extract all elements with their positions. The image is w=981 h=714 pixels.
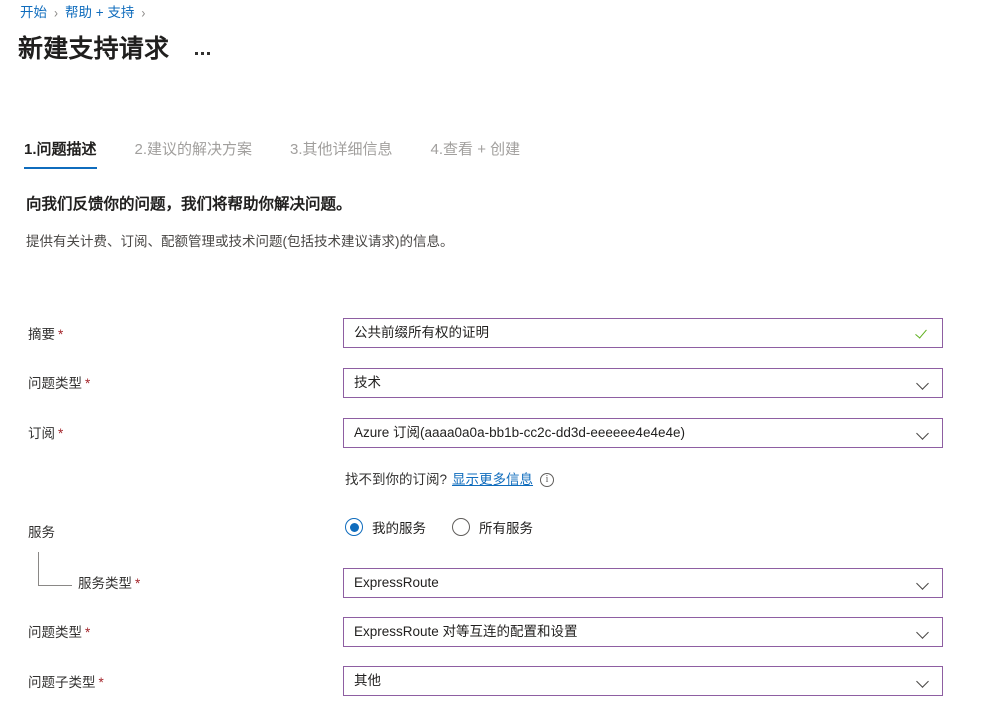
subscription-hint: 找不到你的订阅? 显示更多信息 [345,471,555,489]
breadcrumb-item-home[interactable]: 开始 [20,4,47,22]
breadcrumb-item-help-support[interactable]: 帮助 + 支持 [65,4,134,22]
summary-label: 摘要 * [28,327,64,342]
problem-subtype-label: 问题子类型 * [28,675,104,690]
issue-type-value: 技术 [354,375,381,390]
subscription-hint-text: 找不到你的订阅? [345,472,448,487]
subscription-label: 订阅 * [28,426,64,441]
problem-type-value: ExpressRoute 对等互连的配置和设置 [354,624,578,639]
service-scope-radio-group: 我的服务 所有服务 [345,517,533,537]
tab-problem-description[interactable]: 1.问题描述 [24,140,97,169]
tree-connector-line [38,552,72,586]
dot [207,52,211,55]
tab-recommended-solution[interactable]: 2.建议的解决方案 [135,140,253,169]
show-more-info-link[interactable]: 显示更多信息 [452,471,533,489]
info-circle-icon[interactable] [540,473,555,487]
page-title: 新建支持请求 [18,35,170,63]
service-type-label: 服务类型 * [78,576,141,591]
service-type-dropdown[interactable]: ExpressRoute [343,568,943,598]
radio-selected-icon [345,518,363,536]
intro-heading: 向我们反馈你的问题，我们将帮助你解决问题。 [26,196,352,213]
breadcrumb-separator-icon: › [54,4,58,22]
intro-subtext: 提供有关计费、订阅、配额管理或技术问题(包括技术建议请求)的信息。 [26,234,454,249]
problem-type-dropdown[interactable]: ExpressRoute 对等互连的配置和设置 [343,617,943,647]
service-type-value: ExpressRoute [354,575,439,590]
dot [201,52,205,55]
new-support-request-page: 开始 › 帮助 + 支持 › 新建支持请求 1.问题描述 2.建议的解决方案 3… [0,0,981,714]
tab-additional-details[interactable]: 3.其他详细信息 [290,140,393,169]
wizard-tabs: 1.问题描述 2.建议的解决方案 3.其他详细信息 4.查看 + 创建 [24,140,558,169]
breadcrumb: 开始 › 帮助 + 支持 › [20,4,152,22]
service-label: 服务 [28,525,55,540]
radio-all-services[interactable]: 所有服务 [452,517,533,537]
radio-all-services-label: 所有服务 [479,521,533,536]
chevron-down-icon [916,576,930,590]
valid-check-icon [915,325,931,341]
tab-review-create[interactable]: 4.查看 + 创建 [431,140,521,169]
dot [195,52,199,55]
radio-my-services[interactable]: 我的服务 [345,517,426,537]
problem-type-label: 问题类型 * [28,625,91,640]
chevron-down-icon [916,426,930,440]
chevron-down-icon [916,625,930,639]
problem-subtype-dropdown[interactable]: 其他 [343,666,943,696]
more-actions-icon[interactable] [191,48,214,59]
summary-input[interactable]: 公共前缀所有权的证明 [343,318,943,348]
page-title-row: 新建支持请求 [18,32,214,66]
problem-subtype-value: 其他 [354,673,381,688]
subscription-dropdown[interactable]: Azure 订阅(aaaa0a0a-bb1b-cc2c-dd3d-eeeeee4… [343,418,943,448]
issue-type-label: 问题类型 * [28,376,91,391]
radio-unselected-icon [452,518,470,536]
chevron-down-icon [916,376,930,390]
issue-type-dropdown[interactable]: 技术 [343,368,943,398]
subscription-value: Azure 订阅(aaaa0a0a-bb1b-cc2c-dd3d-eeeeee4… [354,425,685,440]
radio-my-services-label: 我的服务 [372,521,426,536]
breadcrumb-separator-icon: › [141,4,146,22]
summary-value: 公共前缀所有权的证明 [354,325,489,340]
chevron-down-icon [916,674,930,688]
